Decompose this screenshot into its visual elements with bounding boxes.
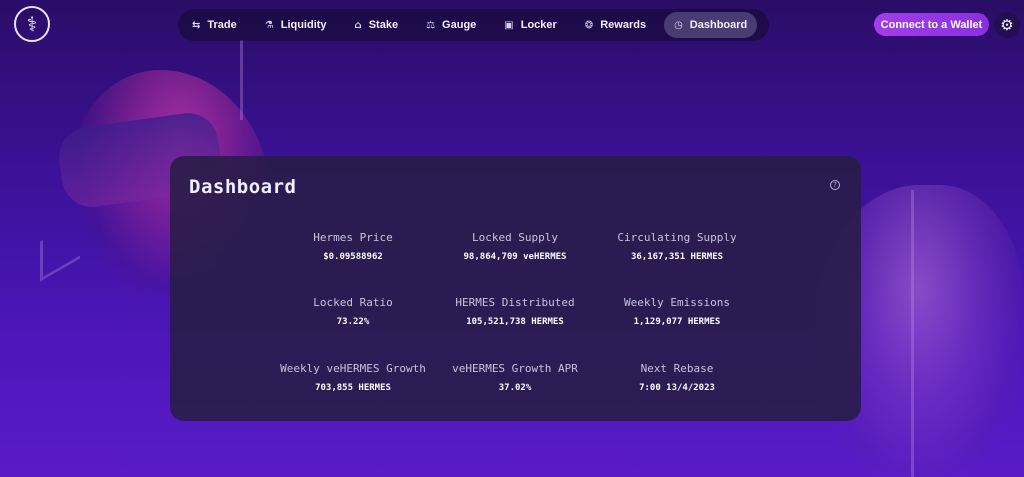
nav-item-dashboard[interactable]: ◷ Dashboard: [664, 12, 758, 38]
stat-hermes-distributed: HERMES Distributed 105,521,738 HERMES: [430, 296, 600, 327]
stat-label: veHERMES Growth APR: [452, 362, 578, 375]
lockbox-icon: ▣: [504, 19, 514, 31]
nav-item-label: Rewards: [600, 19, 647, 31]
gear-icon: ⚙: [1000, 16, 1014, 34]
hermes-logo-icon[interactable]: ⚕: [14, 6, 50, 42]
stat-value: $0.09588962: [323, 252, 383, 262]
coins-icon: ❂: [584, 19, 594, 31]
stat-value: 37.02%: [498, 383, 532, 393]
stat-label: Circulating Supply: [617, 231, 737, 244]
bank-icon: ⌂: [354, 19, 362, 31]
stat-next-rebase: Next Rebase 7:00 13/4/2023: [592, 362, 762, 393]
stat-value: 703,855 HERMES: [315, 383, 391, 393]
nav-item-label: Dashboard: [689, 19, 748, 31]
settings-button[interactable]: ⚙: [994, 12, 1020, 38]
stat-value: 36,167,351 HERMES: [630, 252, 724, 262]
flask-icon: ⚗: [264, 19, 274, 31]
stat-value: 73.22%: [336, 317, 370, 327]
page-title: Dashboard: [189, 176, 297, 198]
decorative-frame: [911, 190, 914, 477]
nav-item-label: Trade: [207, 19, 237, 31]
stat-value: 7:00 13/4/2023: [639, 383, 715, 393]
stat-locked-supply: Locked Supply 98,864,709 veHERMES: [430, 231, 600, 262]
stat-label: HERMES Distributed: [455, 296, 575, 309]
caduceus-icon: ⚕: [26, 12, 38, 36]
stat-value: 1,129,077 HERMES: [633, 317, 721, 327]
nav-item-stake[interactable]: ⌂ Stake: [345, 12, 409, 38]
stat-label: Weekly Emissions: [624, 296, 730, 309]
stat-locked-ratio: Locked Ratio 73.22%: [268, 296, 438, 327]
swap-arrows-icon: ⇆: [192, 19, 201, 31]
stat-value: 98,864,709 veHERMES: [463, 252, 567, 262]
nav-item-label: Stake: [368, 19, 399, 31]
stat-label: Next Rebase: [640, 362, 714, 375]
main-nav: ⇆ Trade ⚗ Liquidity ⌂ Stake ⚖ Gauge ▣ Lo…: [178, 9, 769, 41]
decorative-frame: [240, 40, 243, 120]
stat-circulating-supply: Circulating Supply 36,167,351 HERMES: [592, 231, 762, 262]
nav-item-liquidity[interactable]: ⚗ Liquidity: [255, 12, 337, 38]
stat-veHERMES-growth-apr: veHERMES Growth APR 37.02%: [430, 362, 600, 393]
dashboard-card: Dashboard ? Hermes Price $0.09588962 Loc…: [170, 156, 861, 421]
stat-label: Locked Supply: [471, 231, 559, 244]
stat-hermes-price: Hermes Price $0.09588962: [268, 231, 438, 262]
decorative-frame: [40, 218, 80, 282]
stat-weekly-emissions: Weekly Emissions 1,129,077 HERMES: [592, 296, 762, 327]
nav-item-gauge[interactable]: ⚖ Gauge: [416, 12, 486, 38]
scales-icon: ⚖: [426, 19, 436, 31]
nav-item-label: Gauge: [442, 19, 477, 31]
nav-item-trade[interactable]: ⇆ Trade: [182, 12, 247, 38]
nav-item-label: Locker: [520, 19, 557, 31]
nav-item-rewards[interactable]: ❂ Rewards: [575, 12, 656, 38]
help-icon[interactable]: ?: [830, 180, 840, 190]
nav-item-label: Liquidity: [280, 19, 327, 31]
stat-label: Hermes Price: [313, 231, 393, 244]
stat-weekly-veHERMES-growth: Weekly veHERMES Growth 703,855 HERMES: [268, 362, 438, 393]
stat-label: Weekly veHERMES Growth: [280, 362, 426, 375]
connect-wallet-button[interactable]: Connect to a Wallet: [874, 13, 989, 36]
stat-value: 105,521,738 HERMES: [466, 317, 564, 327]
stat-label: Locked Ratio: [313, 296, 393, 309]
dashboard-icon: ◷: [674, 19, 683, 31]
nav-item-locker[interactable]: ▣ Locker: [494, 12, 567, 38]
